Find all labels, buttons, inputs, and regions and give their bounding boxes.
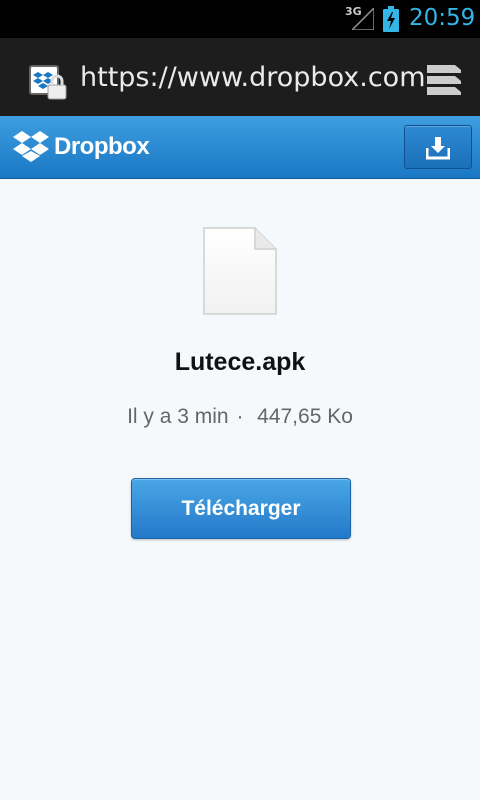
header-download-button[interactable] xyxy=(404,125,472,169)
battery-charging-icon xyxy=(383,6,399,32)
dropbox-lock-icon xyxy=(29,65,67,100)
tabs-icon[interactable] xyxy=(425,63,463,95)
url-field[interactable]: https://www.dropbox.com xyxy=(80,62,426,93)
dropbox-header: Dropbox xyxy=(0,116,480,179)
dropbox-logo-icon[interactable] xyxy=(13,129,49,165)
clock: 20:59 xyxy=(409,5,476,31)
signal-icon xyxy=(352,8,374,30)
file-size: 447,65 Ko xyxy=(257,405,353,428)
file-age: Il y a 3 min xyxy=(127,405,229,428)
browser-toolbar: https://www.dropbox.com xyxy=(0,38,480,116)
download-icon xyxy=(426,137,450,160)
file-name: Lutece.apk xyxy=(174,348,306,376)
file-meta: Il y a 3 min · 447,65 Ko xyxy=(0,405,480,429)
download-button[interactable]: Télécharger xyxy=(131,478,351,539)
file-icon xyxy=(203,227,277,315)
status-bar: 3G 20:59 xyxy=(0,0,480,38)
meta-separator: · xyxy=(236,405,244,428)
brand-name[interactable]: Dropbox xyxy=(54,133,150,161)
